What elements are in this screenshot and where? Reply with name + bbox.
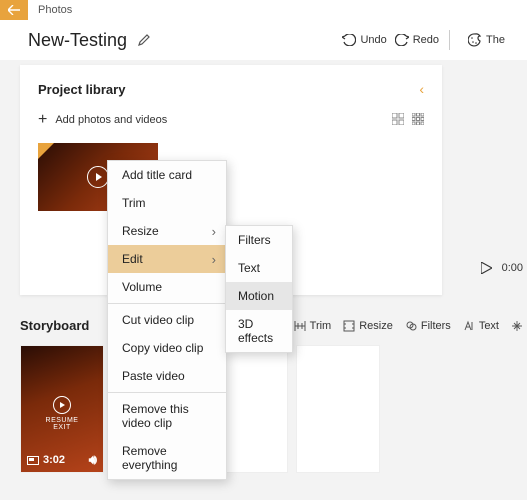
ctx-volume[interactable]: Volume — [108, 273, 226, 301]
trim-icon — [294, 320, 306, 332]
frame-icon — [27, 456, 39, 465]
trim-tool[interactable]: Trim — [294, 320, 332, 332]
separator — [108, 303, 226, 304]
add-media-label: Add photos and videos — [55, 114, 167, 126]
playback-controls: 0:00 — [481, 262, 523, 274]
undo-label: Undo — [360, 34, 386, 46]
play-icon — [87, 166, 109, 188]
storyboard-slot-empty[interactable] — [296, 345, 380, 473]
ctx-resize[interactable]: Resize — [108, 217, 226, 245]
playback-time: 0:00 — [502, 262, 523, 274]
project-title: New-Testing — [28, 30, 127, 51]
filters-icon — [405, 320, 417, 332]
ctx-edit-motion[interactable]: Motion — [226, 282, 292, 310]
library-title: Project library — [38, 82, 419, 97]
redo-icon — [395, 34, 409, 46]
undo-icon — [342, 34, 356, 46]
clip-duration: 3:02 — [43, 454, 65, 466]
theme-button[interactable]: The — [468, 33, 505, 47]
app-name: Photos — [28, 4, 72, 16]
ctx-edit-text[interactable]: Text — [226, 254, 292, 282]
motion-icon — [511, 320, 523, 332]
ctx-remove-clip[interactable]: Remove this video clip — [108, 395, 226, 437]
ctx-copy[interactable]: Copy video clip — [108, 334, 226, 362]
clip-overlay: RESUME EXIT — [21, 396, 103, 431]
ctx-edit-filters[interactable]: Filters — [226, 226, 292, 254]
motion-tool[interactable] — [511, 320, 527, 332]
header: New-Testing Undo Redo The — [0, 20, 527, 60]
storyboard-clip-1[interactable]: RESUME EXIT 3:02 🔊︎ — [20, 345, 104, 473]
text-tool[interactable]: Text — [463, 320, 499, 332]
ctx-edit[interactable]: Edit — [108, 245, 226, 273]
undo-button[interactable]: Undo — [342, 34, 386, 46]
add-media-button[interactable]: + Add photos and videos — [38, 111, 424, 129]
theme-label: The — [486, 34, 505, 46]
redo-label: Redo — [413, 34, 439, 46]
ctx-cut[interactable]: Cut video clip — [108, 306, 226, 334]
divider — [449, 30, 450, 50]
ctx-trim[interactable]: Trim — [108, 189, 226, 217]
grid-small-icon[interactable] — [412, 113, 424, 128]
plus-icon: + — [38, 111, 47, 129]
arrow-left-icon — [8, 5, 20, 15]
pencil-icon[interactable] — [137, 33, 151, 47]
context-submenu-edit: Filters Text Motion 3D effects — [225, 225, 293, 353]
filters-tool[interactable]: Filters — [405, 320, 451, 332]
storyboard-title: Storyboard — [20, 318, 89, 333]
grid-large-icon[interactable] — [392, 113, 404, 128]
volume-icon[interactable]: 🔊︎ — [89, 452, 97, 468]
ctx-add-title-card[interactable]: Add title card — [108, 161, 226, 189]
chevron-left-icon[interactable]: ‹ — [419, 81, 424, 97]
ctx-edit-3d-effects[interactable]: 3D effects — [226, 310, 292, 352]
play-icon — [53, 396, 71, 414]
back-button[interactable] — [0, 0, 28, 20]
play-button[interactable] — [481, 262, 492, 274]
text-icon — [463, 320, 475, 332]
resize-icon — [343, 320, 355, 332]
ctx-paste[interactable]: Paste video — [108, 362, 226, 390]
palette-icon — [468, 33, 482, 47]
ctx-remove-all[interactable]: Remove everything — [108, 437, 226, 479]
resize-tool[interactable]: Resize — [343, 320, 393, 332]
title-bar: Photos — [0, 0, 527, 20]
redo-button[interactable]: Redo — [395, 34, 439, 46]
separator — [108, 392, 226, 393]
context-menu: Add title card Trim Resize Edit Volume C… — [107, 160, 227, 480]
